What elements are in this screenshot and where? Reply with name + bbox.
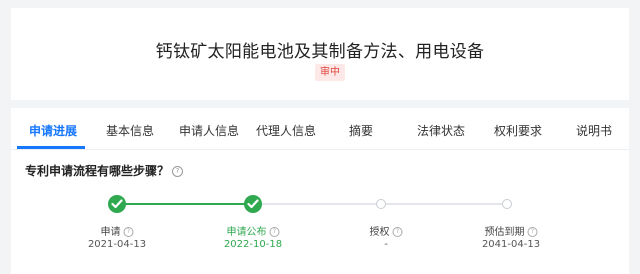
tab-abstract[interactable]: 摘要 (349, 122, 373, 139)
tab-application-progress[interactable]: 申请进展 (29, 122, 77, 139)
progress-track-done (117, 203, 253, 205)
active-tab-indicator (17, 146, 85, 149)
step-date-expiry: 2041-04-13 (481, 239, 541, 250)
tab-claims[interactable]: 权利要求 (494, 122, 542, 139)
tab-description[interactable]: 说明书 (576, 122, 612, 139)
patent-detail-card: 申请进展 基本信息 申请人信息 代理人信息 摘要 法律状态 权利要求 说明书 专… (11, 108, 629, 274)
tab-applicant-info[interactable]: 申请人信息 (179, 122, 239, 139)
help-icon[interactable]: ? (269, 227, 280, 237)
step-label-publish: 申请公布? (227, 223, 280, 238)
step-date-publish: 2022-10-18 (223, 239, 283, 250)
process-question-text: 专利申请流程有哪些步骤？ (25, 164, 170, 178)
patent-title: 钙钛矿太阳能电池及其制备方法、用电设备 (155, 42, 485, 62)
check-icon (111, 199, 123, 209)
tab-agent-info[interactable]: 代理人信息 (256, 122, 316, 139)
check-icon (247, 199, 259, 209)
tab-legal-status[interactable]: 法律状态 (417, 122, 465, 139)
step-pending-node (376, 199, 386, 209)
patent-header-card: 钙钛矿太阳能电池及其制备方法、用电设备 审中 (11, 8, 629, 100)
help-icon[interactable]: ? (527, 227, 538, 237)
help-icon[interactable]: ? (172, 166, 184, 177)
process-question[interactable]: 专利申请流程有哪些步骤？? (25, 162, 184, 179)
help-icon[interactable]: ? (123, 227, 134, 237)
tab-bar: 申请进展 基本信息 申请人信息 代理人信息 摘要 法律状态 权利要求 说明书 (11, 108, 629, 150)
step-done-node (244, 195, 262, 213)
tab-basic-info[interactable]: 基本信息 (106, 122, 154, 139)
step-label-grant: 授权? (370, 223, 403, 238)
step-date-apply: 2021-04-13 (87, 239, 147, 250)
step-label-apply: 申请? (101, 223, 134, 238)
status-badge: 审中 (315, 64, 345, 81)
step-date-grant: - (384, 239, 388, 250)
step-label-expiry: 预估到期? (485, 223, 538, 238)
help-icon[interactable]: ? (392, 227, 403, 237)
step-done-node (108, 195, 126, 213)
step-pending-node (502, 199, 512, 209)
